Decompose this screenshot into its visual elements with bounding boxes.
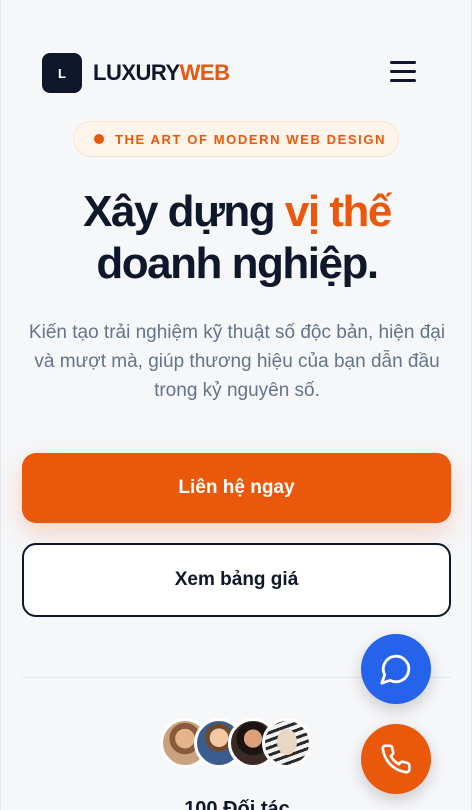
partners-count-text: 100 Đối tác xyxy=(184,798,290,810)
logo-mark[interactable]: L xyxy=(42,53,82,93)
partner-avatars xyxy=(160,718,320,768)
call-button[interactable] xyxy=(361,724,431,794)
brand-name[interactable]: LUXURYWEB xyxy=(93,60,230,86)
hero-badge: THE ART OF MODERN WEB DESIGN xyxy=(73,121,399,157)
avatar xyxy=(262,718,312,768)
brand-name-part2: WEB xyxy=(179,60,230,85)
hero-headline: Xây dựng vị thế doanh nghiệp. xyxy=(1,186,471,290)
logo-letter: L xyxy=(58,65,66,81)
badge-text: THE ART OF MODERN WEB DESIGN xyxy=(115,131,387,147)
headline-part1: Xây dựng xyxy=(83,187,285,236)
page: L LUXURYWEB THE ART OF MODERN WEB DESIGN… xyxy=(0,0,472,810)
hamburger-menu-icon[interactable] xyxy=(386,58,420,86)
chat-button[interactable] xyxy=(361,634,431,704)
hero-subtitle: Kiến tạo trải nghiệm kỹ thuật số độc bản… xyxy=(28,322,446,401)
chat-bubble-icon xyxy=(380,654,411,685)
phone-icon xyxy=(381,744,411,774)
headline-accent: vị thế xyxy=(284,187,392,236)
headline-part2: doanh nghiệp. xyxy=(96,239,379,288)
view-pricing-button[interactable]: Xem bảng giá xyxy=(22,543,451,617)
brand-name-part1: LUXURY xyxy=(93,60,180,85)
badge-dot-icon xyxy=(94,134,104,144)
contact-now-button[interactable]: Liên hệ ngay xyxy=(22,453,451,523)
